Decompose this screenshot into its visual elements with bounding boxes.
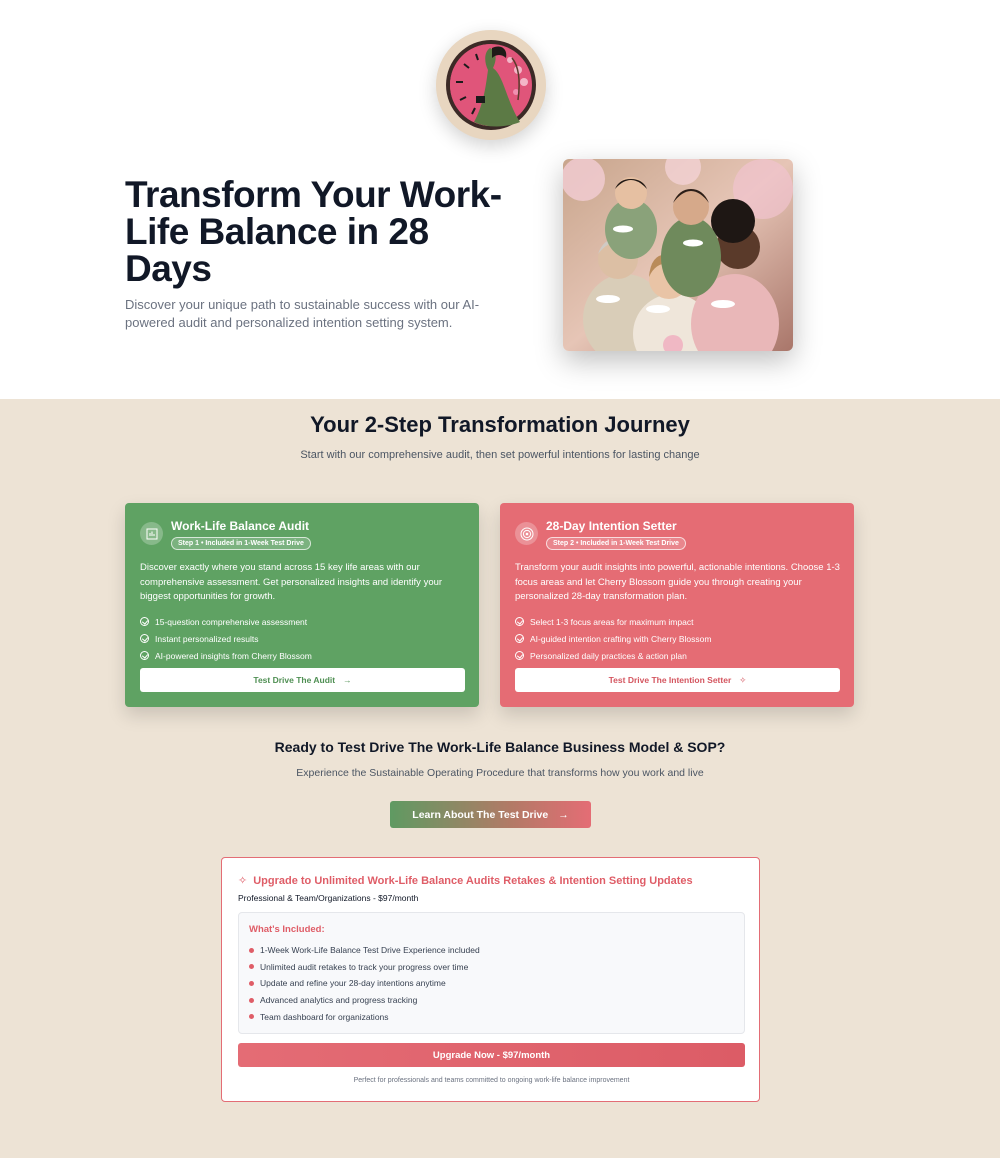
intention-card-description: Transform your audit insights into power… [515, 562, 840, 602]
check-circle-icon [515, 634, 524, 643]
list-item: Select 1-3 focus areas for maximum impac… [515, 613, 711, 630]
check-circle-icon [515, 617, 524, 626]
audit-card-description: Discover exactly where you stand across … [140, 562, 443, 602]
hero-subtitle: Discover your unique path to sustainable… [125, 297, 480, 330]
hero-section: Transform Your Work-Life Balance in 28 D… [0, 0, 1000, 399]
list-item: Personalized daily practices & action pl… [515, 647, 711, 664]
sparkles-icon: ✧ [238, 875, 248, 887]
intention-card-title: 28-Day Intention Setter [546, 519, 677, 533]
included-title: What's Included: [249, 924, 325, 935]
bullet-dot-icon [249, 980, 254, 986]
bullet-dot-icon [249, 964, 254, 970]
check-circle-icon [140, 617, 149, 626]
list-item: Team dashboard for organizations [249, 1008, 480, 1025]
check-circle-icon [140, 634, 149, 643]
clock-woman-logo-icon [436, 30, 546, 140]
bullet-dot-icon [249, 947, 254, 953]
ready-title: Ready to Test Drive The Work-Life Balanc… [274, 739, 726, 755]
bullet-dot-icon [249, 997, 254, 1003]
intention-setter-card: 28-Day Intention Setter Step 2 • Include… [500, 503, 854, 707]
audit-card-badge: Step 1 • Included in 1-Week Test Drive [171, 537, 311, 550]
list-item: 15-question comprehensive assessment [140, 613, 312, 630]
arrow-right-icon: → [343, 675, 352, 685]
included-feature-list: 1-Week Work-Life Balance Test Drive Expe… [249, 942, 480, 1025]
bar-chart-icon [140, 522, 163, 545]
journey-subtitle: Start with our comprehensive audit, then… [300, 449, 700, 461]
audit-card-title: Work-Life Balance Audit [171, 519, 310, 533]
list-item: Advanced analytics and progress tracking [249, 992, 480, 1009]
hero-title: Transform Your Work-Life Balance in 28 D… [125, 174, 502, 289]
intention-feature-list: Select 1-3 focus areas for maximum impac… [515, 613, 711, 664]
upgrade-footnote: Perfect for professionals and teams comm… [353, 1077, 630, 1084]
hero-photo-women-tea [563, 159, 793, 351]
audit-feature-list: 15-question comprehensive assessment Ins… [140, 613, 312, 664]
list-item: AI-powered insights from Cherry Blossom [140, 647, 312, 664]
list-item: Update and refine your 28-day intentions… [249, 975, 480, 992]
check-circle-icon [140, 651, 149, 660]
bullet-dot-icon [249, 1014, 254, 1020]
journey-section: Your 2-Step Transformation Journey Start… [0, 399, 1000, 1158]
list-item: 1-Week Work-Life Balance Test Drive Expe… [249, 942, 480, 959]
sparkles-icon: ✧ [739, 674, 747, 685]
journey-title: Your 2-Step Transformation Journey [310, 412, 690, 437]
brand-logo[interactable] [436, 30, 546, 140]
audit-card: Work-Life Balance Audit Step 1 • Include… [125, 503, 479, 707]
arrow-right-icon: → [558, 808, 569, 821]
list-item: AI-guided intention crafting with Cherry… [515, 630, 711, 647]
included-features-box: What's Included: 1-Week Work-Life Balanc… [238, 912, 745, 1034]
upgrade-card: ✧ Upgrade to Unlimited Work-Life Balance… [221, 857, 760, 1102]
test-drive-intention-setter-button[interactable]: Test Drive The Intention Setter ✧ [515, 668, 840, 692]
learn-about-test-drive-button[interactable]: Learn About The Test Drive → [390, 801, 591, 828]
upgrade-plan-price: Professional & Team/Organizations - $97/… [238, 893, 419, 903]
intention-card-badge: Step 2 • Included in 1-Week Test Drive [546, 537, 686, 550]
target-icon [515, 522, 538, 545]
test-drive-audit-button[interactable]: Test Drive The Audit → [140, 668, 465, 692]
list-item: Unlimited audit retakes to track your pr… [249, 959, 480, 976]
upgrade-title: ✧ Upgrade to Unlimited Work-Life Balance… [238, 874, 693, 888]
list-item: Instant personalized results [140, 630, 312, 647]
check-circle-icon [515, 651, 524, 660]
ready-subtitle: Experience the Sustainable Operating Pro… [296, 767, 704, 779]
upgrade-now-button[interactable]: Upgrade Now - $97/month [238, 1043, 745, 1067]
